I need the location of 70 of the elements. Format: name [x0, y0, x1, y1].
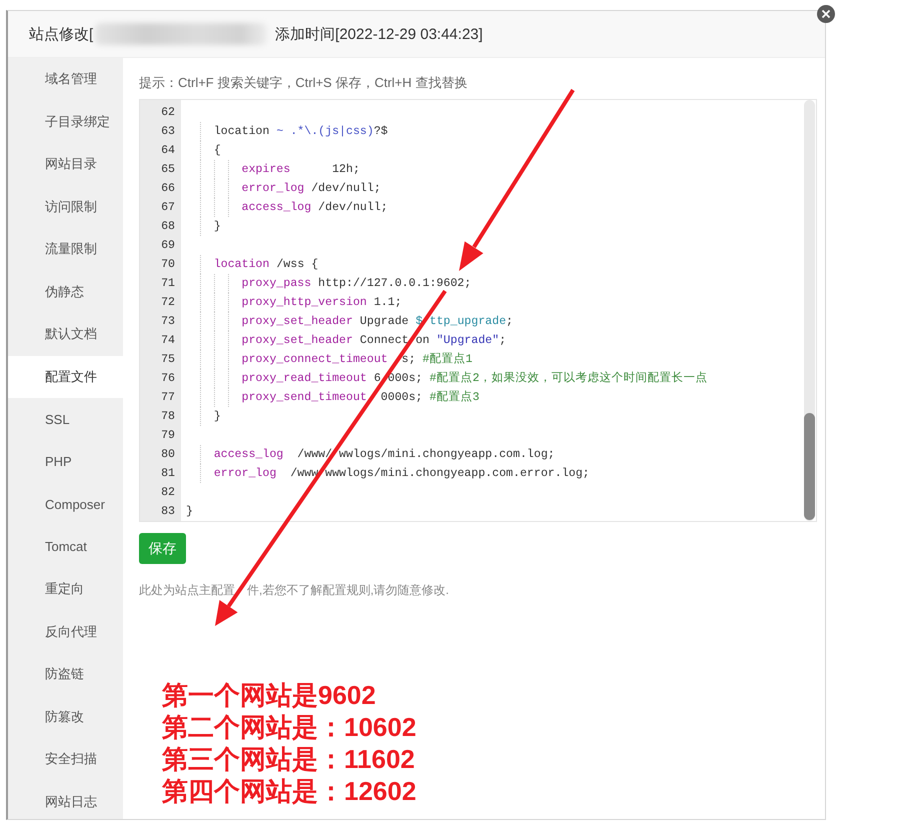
- sidebar-item[interactable]: 访问限制: [8, 186, 123, 228]
- code-editor[interactable]: [139, 99, 817, 522]
- code-line: location /wss {: [214, 257, 318, 273]
- code-line: }: [214, 219, 221, 235]
- line-number: 74: [161, 334, 175, 347]
- line-number: 82: [161, 486, 175, 499]
- config-note: 此处为站点主配置 件,若您不了解配置规则,请勿随意修改.: [139, 582, 450, 599]
- line-number: 83: [161, 505, 175, 518]
- scrollbar-thumb[interactable]: [804, 413, 815, 520]
- sidebar-item[interactable]: 重定向: [8, 568, 123, 610]
- sidebar-item[interactable]: Composer: [8, 483, 123, 526]
- line-number: 69: [161, 239, 175, 252]
- line-number: 77: [161, 391, 175, 404]
- sidebar-item[interactable]: 配置文件: [8, 356, 123, 398]
- code-line: proxy_set_header Connect on "Upgrade";: [242, 333, 506, 349]
- dialog-title: 站点修改[: [29, 24, 94, 44]
- line-number: 68: [161, 220, 175, 233]
- close-icon[interactable]: [817, 5, 835, 23]
- line-number: 66: [161, 182, 175, 195]
- added-time: 添加时间[2022-12-29 03:44:23]: [275, 24, 483, 44]
- code-line: }: [186, 504, 193, 520]
- line-number: 62: [161, 106, 175, 119]
- annotation-text: 第四个网站是：12602: [162, 775, 416, 807]
- code-line: error_log /www wwwlogs/mini.chongyeapp.com.error.log;: [214, 466, 590, 482]
- code-line: expires 12h;: [242, 162, 360, 178]
- line-number: 67: [161, 201, 175, 214]
- sidebar-item[interactable]: 流量限制: [8, 228, 123, 270]
- sidebar-item[interactable]: 伪静态: [8, 270, 123, 313]
- sidebar-item[interactable]: SSL: [8, 398, 123, 440]
- annotation-text: 第二个网站是：10602: [162, 711, 416, 743]
- code-line: proxy_pass http://127.0.0.1:9602;: [242, 276, 472, 292]
- annotation-text: 第一个网站是9602: [162, 679, 377, 711]
- code-line: proxy_read_timeout 6 000s; #配置点2，如果没效，可以考虑这个时间配置长一点: [242, 370, 708, 387]
- line-number: 78: [161, 410, 175, 423]
- code-line: error_log /dev/null;: [242, 181, 381, 197]
- line-number: 64: [161, 144, 175, 157]
- sidebar-item[interactable]: 网站日志: [8, 780, 123, 823]
- sidebar-item[interactable]: PHP: [8, 440, 123, 483]
- sidebar-item[interactable]: 防盗链: [8, 653, 123, 696]
- scrollbar[interactable]: [804, 100, 815, 521]
- line-number: 71: [161, 277, 175, 290]
- shortcut-tip: 提示：Ctrl+F 搜索关键字，Ctrl+S 保存，Ctrl+H 查找替换: [139, 74, 468, 92]
- code-line: proxy_http_version 1.1;: [242, 295, 402, 311]
- sidebar-item[interactable]: 反向代理: [8, 610, 123, 653]
- sidebar-item[interactable]: Tomcat: [8, 526, 123, 568]
- line-number: 80: [161, 448, 175, 461]
- line-number: 72: [161, 296, 175, 309]
- code-line: access_log /dev/null;: [242, 200, 388, 216]
- line-number: 76: [161, 372, 175, 385]
- code-line: access_log /www/ wwlogs/mini.chongyeapp.com.log;: [214, 447, 555, 463]
- sidebar-item[interactable]: 防篡改: [8, 696, 123, 738]
- line-number: 81: [161, 467, 175, 480]
- sidebar-item[interactable]: 域名管理: [8, 58, 123, 100]
- line-number: 73: [161, 315, 175, 328]
- code-line: location ~ .*\.(js|css)?$: [214, 124, 388, 140]
- annotation-text: 第三个网站是：11602: [162, 743, 416, 775]
- code-line: proxy_connect_timeout s; #配置点1: [242, 352, 472, 368]
- line-number: 70: [161, 258, 175, 271]
- sidebar-item[interactable]: 子目录绑定: [8, 100, 123, 143]
- code-line: proxy_set_header Upgrade $ ttp_upgrade;: [242, 314, 513, 330]
- line-number: 63: [161, 125, 175, 138]
- sidebar-item[interactable]: 网站目录: [8, 143, 123, 186]
- line-number: 79: [161, 429, 175, 442]
- code-line: proxy_send_timeout 0000s; #配置点3: [242, 390, 480, 406]
- sidebar-item[interactable]: 安全扫描: [8, 738, 123, 780]
- code-line: {: [214, 143, 221, 159]
- code-line: }: [214, 409, 221, 425]
- sidebar-item[interactable]: 默认文档: [8, 313, 123, 356]
- line-number: 75: [161, 353, 175, 366]
- line-number: 65: [161, 163, 175, 176]
